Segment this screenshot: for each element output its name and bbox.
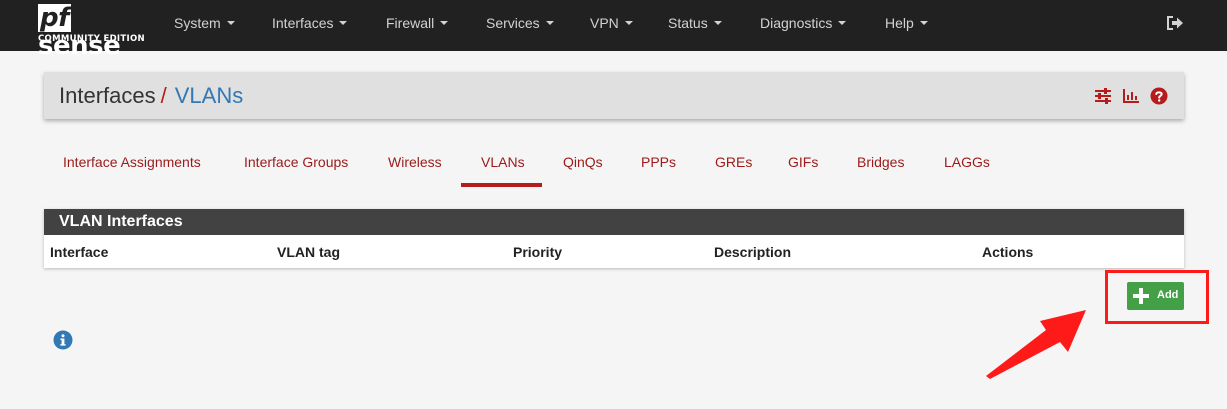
tab-interface-assignments[interactable]: Interface Assignments xyxy=(63,154,201,170)
breadcrumb-separator: / xyxy=(160,83,167,108)
caret-down-icon xyxy=(545,21,554,26)
column-header-description[interactable]: Description xyxy=(714,244,791,260)
nav-services-menu[interactable]: Services xyxy=(486,0,554,51)
tab-gifs[interactable]: GIFs xyxy=(788,154,818,170)
breadcrumb-parent-link[interactable]: Interfaces xyxy=(59,83,156,108)
nav-firewall-menu[interactable]: Firewall xyxy=(386,0,449,51)
column-header-vlan-tag[interactable]: VLAN tag xyxy=(277,244,340,260)
top-navbar: pfsense COMMUNITY EDITION System Interfa… xyxy=(0,0,1227,60)
breadcrumb: Interfaces / VLANs xyxy=(59,83,243,109)
caret-down-icon xyxy=(713,21,722,26)
column-header-actions: Actions xyxy=(982,244,1034,260)
breadcrumb-current-link[interactable]: VLANs xyxy=(175,83,243,108)
vlan-interfaces-panel: VLAN Interfaces Interface VLAN tag Prior… xyxy=(44,209,1184,268)
bar-chart-icon[interactable] xyxy=(1122,87,1140,105)
tab-laggs[interactable]: LAGGs xyxy=(944,154,990,170)
page-header-panel: Interfaces / VLANs xyxy=(44,72,1184,119)
pfsense-logo[interactable]: pfsense COMMUNITY EDITION xyxy=(38,4,148,60)
tab-qinqs[interactable]: QinQs xyxy=(563,154,603,170)
tab-interface-groups[interactable]: Interface Groups xyxy=(244,154,348,170)
nav-system-menu[interactable]: System xyxy=(174,0,235,51)
caret-down-icon xyxy=(226,21,235,26)
red-arrow-annotation xyxy=(986,310,1086,379)
active-tab-indicator xyxy=(461,183,542,187)
caret-down-icon xyxy=(339,21,348,26)
tab-vlans[interactable]: VLANs xyxy=(481,154,525,170)
column-header-priority[interactable]: Priority xyxy=(513,244,562,260)
caret-down-icon xyxy=(624,21,633,26)
question-circle-icon[interactable] xyxy=(1150,87,1168,105)
panel-title: VLAN Interfaces xyxy=(44,209,1184,235)
logo-edition: COMMUNITY EDITION xyxy=(38,34,145,44)
tab-wireless[interactable]: Wireless xyxy=(388,154,442,170)
nav-interfaces-menu[interactable]: Interfaces xyxy=(272,0,348,51)
tab-ppps[interactable]: PPPs xyxy=(641,154,676,170)
sign-out-icon[interactable] xyxy=(1165,14,1185,32)
nav-diagnostics-menu[interactable]: Diagnostics xyxy=(760,0,847,51)
nav-help-menu[interactable]: Help xyxy=(885,0,928,51)
sliders-icon[interactable] xyxy=(1094,87,1112,105)
tab-gres[interactable]: GREs xyxy=(715,154,752,170)
nav-status-menu[interactable]: Status xyxy=(668,0,722,51)
tab-bridges[interactable]: Bridges xyxy=(857,154,904,170)
logo-wordmark: pfsense xyxy=(38,3,121,61)
highlight-box-annotation xyxy=(1105,270,1209,324)
caret-down-icon xyxy=(919,21,928,26)
caret-down-icon xyxy=(440,21,449,26)
column-header-interface[interactable]: Interface xyxy=(50,244,108,260)
caret-down-icon xyxy=(838,21,847,26)
nav-vpn-menu[interactable]: VPN xyxy=(590,0,633,51)
info-circle-icon[interactable] xyxy=(53,330,73,350)
